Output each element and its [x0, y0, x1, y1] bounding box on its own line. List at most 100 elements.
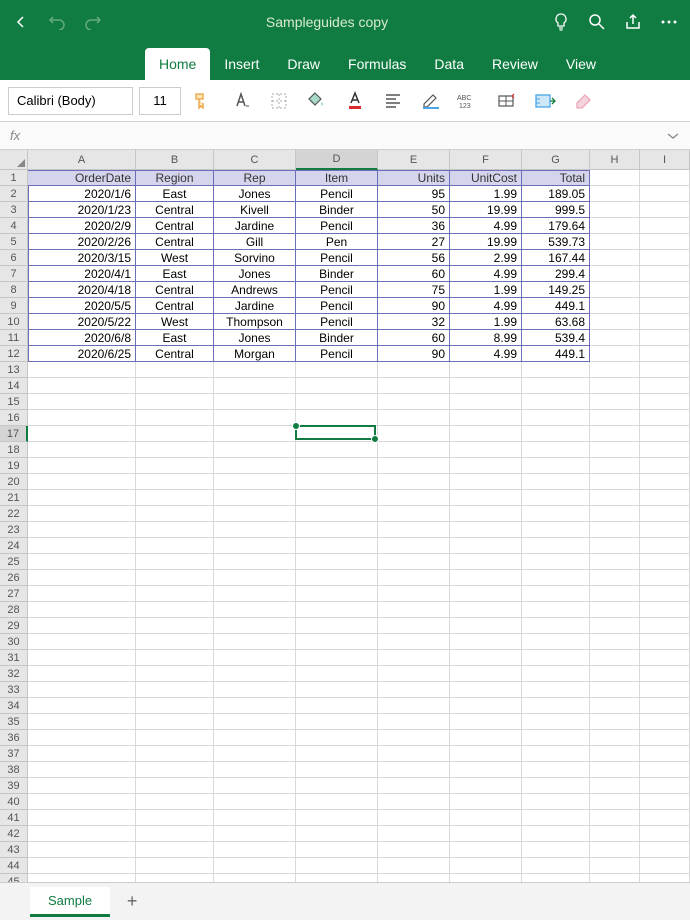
cell[interactable]: [590, 842, 640, 858]
cell[interactable]: [214, 810, 296, 826]
cell[interactable]: Sorvino: [214, 250, 296, 266]
cell[interactable]: [378, 762, 450, 778]
cell[interactable]: [450, 570, 522, 586]
column-header-G[interactable]: G: [522, 150, 590, 170]
cell[interactable]: [214, 538, 296, 554]
cell[interactable]: 2020/4/1: [28, 266, 136, 282]
font-name-selector[interactable]: Calibri (Body): [8, 87, 133, 115]
cell[interactable]: 449.1: [522, 346, 590, 362]
column-header-C[interactable]: C: [214, 150, 296, 170]
cell[interactable]: [522, 474, 590, 490]
cell[interactable]: [522, 538, 590, 554]
cell[interactable]: [28, 474, 136, 490]
cell[interactable]: [214, 570, 296, 586]
row-header[interactable]: 1: [0, 170, 28, 186]
cell[interactable]: [136, 538, 214, 554]
cell[interactable]: Central: [136, 218, 214, 234]
cell[interactable]: [522, 810, 590, 826]
cell[interactable]: 2020/3/15: [28, 250, 136, 266]
cell[interactable]: 90: [378, 298, 450, 314]
column-header-I[interactable]: I: [640, 150, 690, 170]
cell[interactable]: [296, 394, 378, 410]
row-header[interactable]: 37: [0, 746, 28, 762]
cell[interactable]: [378, 506, 450, 522]
cell[interactable]: [590, 170, 640, 186]
cell[interactable]: Binder: [296, 266, 378, 282]
cell[interactable]: [28, 394, 136, 410]
cell[interactable]: [214, 730, 296, 746]
cell[interactable]: [450, 842, 522, 858]
cell[interactable]: [136, 394, 214, 410]
cell[interactable]: [450, 794, 522, 810]
cell[interactable]: [28, 506, 136, 522]
cell[interactable]: [450, 746, 522, 762]
cell[interactable]: 60: [378, 266, 450, 282]
row-header[interactable]: 21: [0, 490, 28, 506]
cell[interactable]: [640, 618, 690, 634]
cell[interactable]: [640, 522, 690, 538]
row-header[interactable]: 31: [0, 650, 28, 666]
cell[interactable]: [640, 794, 690, 810]
cell[interactable]: Pencil: [296, 218, 378, 234]
cell[interactable]: [522, 858, 590, 874]
cell[interactable]: [136, 362, 214, 378]
cell[interactable]: [450, 586, 522, 602]
cell[interactable]: [640, 730, 690, 746]
column-header-H[interactable]: H: [590, 150, 640, 170]
row-header[interactable]: 13: [0, 362, 28, 378]
cell[interactable]: 19.99: [450, 234, 522, 250]
cell[interactable]: [640, 186, 690, 202]
cell[interactable]: [640, 218, 690, 234]
cell[interactable]: [640, 826, 690, 842]
cell[interactable]: [640, 698, 690, 714]
row-header[interactable]: 6: [0, 250, 28, 266]
cell[interactable]: [296, 762, 378, 778]
cell[interactable]: [214, 362, 296, 378]
row-header[interactable]: 33: [0, 682, 28, 698]
cell[interactable]: [378, 378, 450, 394]
cell[interactable]: [28, 842, 136, 858]
cell[interactable]: West: [136, 314, 214, 330]
font-format-icon[interactable]: [225, 85, 257, 117]
cell[interactable]: [296, 826, 378, 842]
insert-icon[interactable]: [529, 85, 561, 117]
cell[interactable]: [590, 650, 640, 666]
cell[interactable]: [522, 490, 590, 506]
cell[interactable]: [640, 682, 690, 698]
cell[interactable]: [28, 826, 136, 842]
cell[interactable]: 2020/2/9: [28, 218, 136, 234]
cell[interactable]: [28, 378, 136, 394]
cell[interactable]: [28, 538, 136, 554]
cell[interactable]: [28, 762, 136, 778]
cell[interactable]: 539.73: [522, 234, 590, 250]
cell[interactable]: [590, 426, 640, 442]
cell[interactable]: Pencil: [296, 282, 378, 298]
fill-color-icon[interactable]: [301, 85, 333, 117]
cell[interactable]: [590, 634, 640, 650]
cell[interactable]: [296, 410, 378, 426]
formula-input[interactable]: [28, 122, 666, 149]
cell[interactable]: [590, 554, 640, 570]
cell[interactable]: [136, 666, 214, 682]
cell[interactable]: [296, 618, 378, 634]
cell[interactable]: [378, 714, 450, 730]
cell[interactable]: 999.5: [522, 202, 590, 218]
cell[interactable]: [296, 698, 378, 714]
cell[interactable]: Region: [136, 170, 214, 186]
cell[interactable]: [136, 410, 214, 426]
cell[interactable]: 8.99: [450, 330, 522, 346]
cell[interactable]: [640, 650, 690, 666]
cell[interactable]: [28, 362, 136, 378]
cell[interactable]: [522, 442, 590, 458]
cell[interactable]: [640, 490, 690, 506]
cell[interactable]: [640, 234, 690, 250]
column-header-D[interactable]: D: [296, 150, 378, 170]
cell[interactable]: [522, 506, 590, 522]
cell[interactable]: [522, 842, 590, 858]
cell[interactable]: [136, 682, 214, 698]
cell[interactable]: [450, 474, 522, 490]
cell[interactable]: Total: [522, 170, 590, 186]
cell[interactable]: [450, 410, 522, 426]
search-icon[interactable]: [588, 13, 606, 31]
cell[interactable]: [378, 410, 450, 426]
